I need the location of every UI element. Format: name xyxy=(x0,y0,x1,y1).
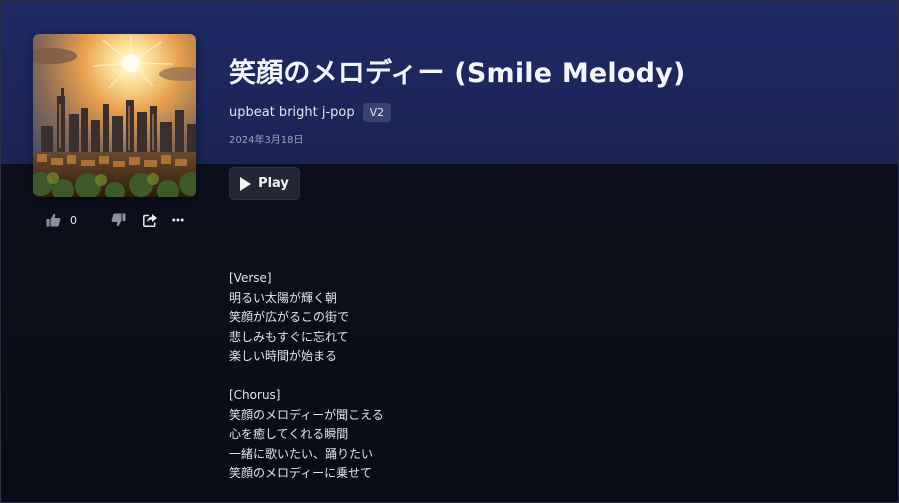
song-title: 笑顔のメロディー (Smile Melody) xyxy=(229,58,686,89)
more-options-button[interactable] xyxy=(172,218,184,222)
thumbs-down-icon xyxy=(111,213,126,227)
lyrics: [Verse] 明るい太陽が輝く朝 笑顔が広がるこの街で 悲しみもすぐに忘れて … xyxy=(229,269,384,484)
lyric-line: 笑顔のメロディーに乗せて xyxy=(229,466,373,480)
cover-art[interactable] xyxy=(33,34,196,197)
share-button[interactable] xyxy=(143,213,158,227)
thumbs-up-icon xyxy=(46,213,61,227)
genre-tags[interactable]: upbeat bright j-pop xyxy=(229,105,355,120)
version-badge: V2 xyxy=(362,103,392,122)
like-count: 0 xyxy=(70,213,77,227)
lyric-line: 笑顔のメロディーが聞こえる xyxy=(229,407,384,422)
lyric-spacer xyxy=(229,367,384,387)
dislike-button[interactable] xyxy=(111,213,126,227)
created-date: 2024年3月18日 xyxy=(229,135,304,146)
like-button[interactable]: 0 xyxy=(46,213,77,227)
lyric-section-label: [Chorus] xyxy=(229,388,281,402)
more-horizontal-icon xyxy=(172,218,184,222)
lyric-line: 一緒に歌いたい、踊りたい xyxy=(229,446,374,461)
play-button[interactable]: Play xyxy=(229,167,300,200)
lyric-line: 心を癒してくれる瞬間 xyxy=(229,427,349,441)
lyric-line: 笑顔が広がるこの街で xyxy=(229,310,350,324)
lyric-line: 明るい太陽が輝く朝 xyxy=(229,290,338,305)
cover-image xyxy=(33,34,196,197)
song-page: 笑顔のメロディー (Smile Melody) upbeat bright j-… xyxy=(0,0,899,503)
play-icon xyxy=(240,176,252,191)
action-bar: 0 xyxy=(46,212,184,228)
play-label: Play xyxy=(258,176,289,191)
lyric-line: 楽しい時間が始まる xyxy=(229,349,338,363)
lyric-line: 悲しみもすぐに忘れて xyxy=(229,329,349,344)
song-meta: upbeat bright j-pop V2 xyxy=(229,103,392,122)
lyric-section-label: [Verse] xyxy=(229,271,272,285)
share-icon xyxy=(143,214,157,227)
